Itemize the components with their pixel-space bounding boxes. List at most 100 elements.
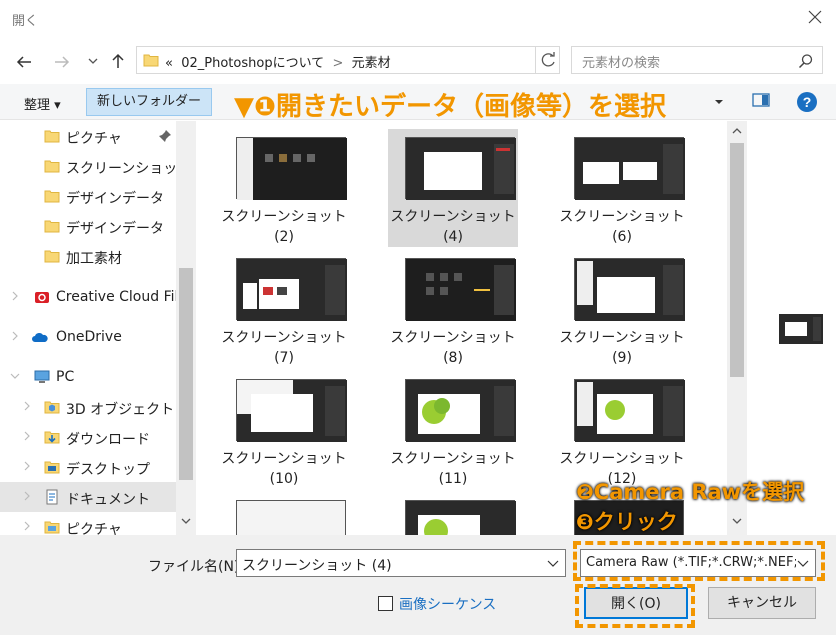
sidebar-item-label: ピクチャ (66, 131, 122, 147)
chevron-right-icon[interactable] (22, 491, 32, 501)
file-thumbnail (236, 500, 346, 535)
breadcrumb-item[interactable]: 02_Photoshopについて (181, 56, 324, 71)
pin-icon[interactable] (158, 129, 172, 143)
sidebar-item-creative-cloud[interactable]: Creative Cloud Files (0, 282, 194, 312)
sidebar-item-screenshots[interactable]: スクリーンショット (0, 151, 191, 181)
chevron-right-icon[interactable] (22, 521, 32, 531)
file-item[interactable]: スクリーンショット (12) (557, 371, 687, 489)
file-thumbnail (574, 258, 685, 321)
forward-arrow-icon[interactable] (52, 52, 72, 72)
sidebar-scrollbar[interactable] (176, 121, 196, 535)
sidebar-item-label: 加工素材 (66, 251, 122, 267)
sidebar-item-desktop[interactable]: デスクトップ (0, 452, 176, 482)
chevron-right-icon[interactable] (22, 401, 32, 411)
back-arrow-icon[interactable] (14, 52, 34, 72)
file-name: スクリーンショット (10) (221, 451, 347, 487)
preview-pane (747, 121, 836, 535)
chevron-right-icon[interactable] (22, 431, 32, 441)
sidebar-item-design-data[interactable]: デザインデータ (0, 181, 176, 211)
sidebar-item-3d-objects[interactable]: 3D オブジェクト (0, 392, 176, 422)
file-list: スクリーンショット (2) スクリーンショット (4) スクリーンショット (6) ス… (196, 121, 727, 535)
file-item[interactable]: スクリーンショット (11) (388, 371, 518, 489)
filename-label: ファイル名(N): (148, 559, 245, 575)
refresh-icon (541, 52, 555, 67)
chevron-right-icon[interactable] (10, 291, 20, 301)
preview-pane-icon[interactable] (752, 92, 770, 108)
filename-input[interactable]: スクリーンショット (4) (236, 549, 566, 577)
sidebar-item-downloads[interactable]: ダウンロード (0, 422, 176, 452)
up-arrow-icon[interactable] (108, 51, 128, 71)
folder-icon (44, 130, 60, 143)
folder-icon (143, 54, 159, 67)
sidebar-item-label: PC (56, 369, 75, 385)
scroll-up-icon[interactable] (732, 127, 742, 135)
sidebar-item-pictures-quick[interactable]: ピクチャ (0, 121, 176, 151)
view-options-chevron-icon[interactable] (714, 98, 724, 106)
sidebar-item-pictures[interactable]: ピクチャ (0, 512, 176, 535)
sidebar-item-label: ダウンロード (66, 432, 150, 448)
recent-locations-chevron-icon[interactable] (86, 54, 100, 68)
file-name: スクリーンショット (9) (559, 330, 685, 366)
file-item[interactable]: スクリーンショット (6) (557, 129, 687, 247)
file-list-scroll-thumb[interactable] (730, 143, 744, 377)
navigation-pane: ピクチャ スクリーンショット デザインデータ デザインデータ 加工素材 Crea… (0, 121, 196, 535)
search-placeholder: 元素材の検索 (582, 56, 661, 71)
sidebar-scroll-thumb[interactable] (179, 268, 193, 480)
sidebar-item-label: デスクトップ (66, 462, 150, 478)
scroll-down-icon[interactable] (181, 517, 191, 525)
breadcrumb: « 02_Photoshopについて > 元素材 (165, 56, 391, 71)
file-thumbnail (405, 258, 516, 321)
sidebar-item-onedrive[interactable]: OneDrive (0, 322, 176, 352)
desktop-icon (44, 461, 60, 474)
refresh-button[interactable] (535, 47, 559, 73)
file-name: スクリーンショット (4) (390, 209, 516, 245)
folder-icon (44, 190, 60, 203)
3d-objects-icon (44, 401, 60, 414)
organize-menu[interactable]: 整理 ▾ (24, 94, 61, 113)
sidebar-item-label: Creative Cloud Files (56, 289, 195, 305)
file-name: スクリーンショット (2) (221, 209, 347, 245)
file-item[interactable]: スクリーンショット (9) (557, 250, 687, 368)
sidebar-item-documents[interactable]: ドキュメント (0, 482, 176, 512)
image-sequence-checkbox[interactable] (378, 596, 393, 611)
download-icon (44, 431, 60, 444)
chevron-right-icon[interactable] (10, 331, 20, 341)
file-item[interactable] (388, 492, 518, 535)
annotation-highlight-filetype (573, 541, 825, 581)
file-item[interactable]: スクリーンショット (10) (219, 371, 349, 489)
chevron-right-icon[interactable] (22, 461, 32, 471)
file-name: スクリーンショット (11) (390, 451, 516, 487)
close-icon[interactable] (806, 8, 824, 26)
sidebar-item-label: OneDrive (56, 329, 122, 345)
cancel-button[interactable]: キャンセル (708, 587, 816, 619)
breadcrumb-item[interactable]: 元素材 (352, 56, 391, 71)
file-item[interactable]: スクリーンショット (2) (219, 129, 349, 247)
breadcrumb-overflow[interactable]: « (165, 56, 173, 71)
sidebar-item-label: ピクチャ (66, 522, 122, 535)
window-title: 開く (12, 14, 39, 29)
new-folder-button[interactable]: 新しいフォルダー (86, 88, 212, 116)
chevron-down-icon[interactable] (10, 371, 20, 381)
search-box[interactable]: 元素材の検索 (571, 46, 823, 74)
sidebar-item-processed-materials[interactable]: 加工素材 (0, 241, 176, 271)
file-thumbnail (405, 500, 516, 535)
file-item[interactable]: スクリーンショット (7) (219, 250, 349, 368)
file-name: スクリーンショット (8) (390, 330, 516, 366)
file-thumbnail (236, 137, 347, 200)
scroll-down-icon[interactable] (732, 517, 742, 525)
chevron-down-icon[interactable] (547, 558, 559, 568)
folder-icon (44, 250, 60, 263)
sidebar-item-label: デザインデータ (66, 191, 164, 207)
sidebar-item-pc[interactable]: PC (0, 362, 176, 392)
title-bar: 開く (0, 0, 836, 38)
file-item-selected[interactable]: スクリーンショット (4) (388, 129, 518, 247)
help-icon[interactable]: ? (796, 91, 818, 113)
file-list-scrollbar[interactable] (727, 121, 747, 535)
address-bar[interactable]: « 02_Photoshopについて > 元素材 (136, 46, 560, 74)
image-sequence-label[interactable]: 画像シーケンス (399, 594, 496, 614)
file-thumbnail (574, 379, 685, 442)
file-item[interactable]: スクリーンショット (8) (388, 250, 518, 368)
search-icon (798, 54, 813, 69)
file-item[interactable] (219, 492, 349, 535)
sidebar-item-design-data-2[interactable]: デザインデータ (0, 211, 176, 241)
